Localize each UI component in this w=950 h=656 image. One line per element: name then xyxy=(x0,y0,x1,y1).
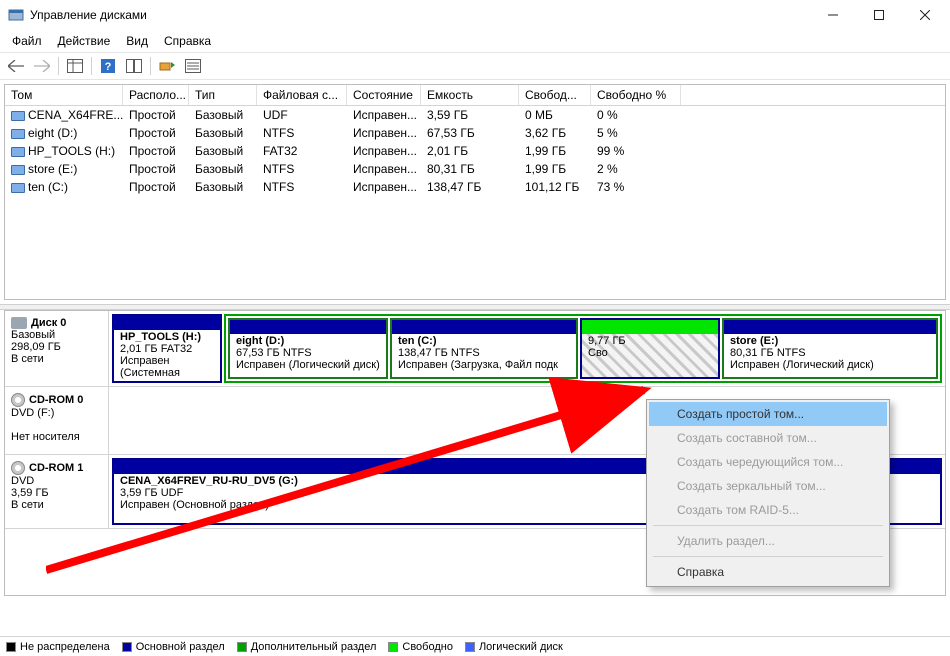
col-free[interactable]: Свобод... xyxy=(519,85,591,105)
col-cap[interactable]: Емкость xyxy=(421,85,519,105)
disk-label[interactable]: CD-ROM 1 DVD 3,59 ГБ В сети xyxy=(5,455,109,528)
volume-icon xyxy=(11,165,25,175)
close-button[interactable] xyxy=(902,0,948,30)
cd-icon xyxy=(11,461,25,475)
help-button[interactable]: ? xyxy=(96,55,120,77)
toolbar-refresh-button[interactable] xyxy=(155,55,179,77)
disk-icon xyxy=(11,317,27,329)
menu-create-spanned-volume[interactable]: Создать составной том... xyxy=(649,426,887,450)
col-fs[interactable]: Файловая с... xyxy=(257,85,347,105)
table-row[interactable]: HP_TOOLS (H:)ПростойБазовыйFAT32Исправен… xyxy=(5,142,945,160)
legend-extended: Дополнительный раздел xyxy=(237,641,377,653)
separator-icon xyxy=(150,57,151,75)
volume-icon xyxy=(11,183,25,193)
legend-logical: Логический диск xyxy=(465,641,563,653)
col-layout[interactable]: Располо... xyxy=(123,85,189,105)
disk-row-0: Диск 0 Базовый 298,09 ГБ В сети HP_TOOLS… xyxy=(5,311,945,387)
partition-eight[interactable]: eight (D:) 67,53 ГБ NTFS Исправен (Логич… xyxy=(228,318,388,379)
volume-icon xyxy=(11,147,25,157)
partition-free[interactable]: 9,77 ГБ Сво xyxy=(580,318,720,379)
menu-create-striped-volume[interactable]: Создать чередующийся том... xyxy=(649,450,887,474)
col-type[interactable]: Тип xyxy=(189,85,257,105)
app-icon xyxy=(8,7,24,23)
menubar: Файл Действие Вид Справка xyxy=(0,30,950,52)
extended-partition: eight (D:) 67,53 ГБ NTFS Исправен (Логич… xyxy=(224,314,942,383)
disk-label[interactable]: CD-ROM 0 DVD (F:) Нет носителя xyxy=(5,387,109,454)
toolbar-panes-button[interactable] xyxy=(122,55,146,77)
table-row[interactable]: ten (C:)ПростойБазовыйNTFSИсправен...138… xyxy=(5,178,945,196)
toolbar: ? xyxy=(0,52,950,80)
menu-file[interactable]: Файл xyxy=(4,32,50,50)
window-title: Управление дисками xyxy=(30,8,810,22)
volume-table: Том Располо... Тип Файловая с... Состоян… xyxy=(4,84,946,300)
separator-icon xyxy=(58,57,59,75)
table-row[interactable]: CENA_X64FRE...ПростойБазовыйUDFИсправен.… xyxy=(5,106,945,124)
menu-separator xyxy=(653,525,883,526)
table-body: CENA_X64FRE...ПростойБазовыйUDFИсправен.… xyxy=(5,106,945,196)
menu-action[interactable]: Действие xyxy=(50,32,119,50)
menu-create-mirrored-volume[interactable]: Создать зеркальный том... xyxy=(649,474,887,498)
status-bar: Не распределена Основной раздел Дополнит… xyxy=(0,636,950,656)
menu-create-simple-volume[interactable]: Создать простой том... xyxy=(649,402,887,426)
table-header: Том Располо... Тип Файловая с... Состоян… xyxy=(5,85,945,106)
forward-button[interactable] xyxy=(30,55,54,77)
menu-help[interactable]: Справка xyxy=(156,32,219,50)
legend-free: Свободно xyxy=(388,641,453,653)
menu-create-raid5-volume[interactable]: Создать том RAID-5... xyxy=(649,498,887,522)
volume-icon xyxy=(11,111,25,121)
cd-icon xyxy=(11,393,25,407)
disk-label[interactable]: Диск 0 Базовый 298,09 ГБ В сети xyxy=(5,311,109,386)
separator-icon xyxy=(91,57,92,75)
table-row[interactable]: store (E:)ПростойБазовыйNTFSИсправен...8… xyxy=(5,160,945,178)
col-pct[interactable]: Свободно % xyxy=(591,85,681,105)
table-row[interactable]: eight (D:)ПростойБазовыйNTFSИсправен...6… xyxy=(5,124,945,142)
partition-ten[interactable]: ten (C:) 138,47 ГБ NTFS Исправен (Загруз… xyxy=(390,318,578,379)
toolbar-list-button[interactable] xyxy=(181,55,205,77)
minimize-button[interactable] xyxy=(810,0,856,30)
maximize-button[interactable] xyxy=(856,0,902,30)
col-volume[interactable]: Том xyxy=(5,85,123,105)
legend-unallocated: Не распределена xyxy=(6,641,110,653)
toolbar-view-button[interactable] xyxy=(63,55,87,77)
menu-view[interactable]: Вид xyxy=(118,32,156,50)
menu-separator xyxy=(653,556,883,557)
disk-body: HP_TOOLS (H:) 2,01 ГБ FAT32 Исправен (Си… xyxy=(109,311,945,386)
col-state[interactable]: Состояние xyxy=(347,85,421,105)
partition-hp-tools[interactable]: HP_TOOLS (H:) 2,01 ГБ FAT32 Исправен (Си… xyxy=(112,314,222,383)
context-menu: Создать простой том... Создать составной… xyxy=(646,399,890,587)
titlebar: Управление дисками xyxy=(0,0,950,30)
volume-icon xyxy=(11,129,25,139)
svg-text:?: ? xyxy=(105,61,112,73)
menu-help[interactable]: Справка xyxy=(649,560,887,584)
menu-delete-partition[interactable]: Удалить раздел... xyxy=(649,529,887,553)
legend-primary: Основной раздел xyxy=(122,641,225,653)
back-button[interactable] xyxy=(4,55,28,77)
partition-store[interactable]: store (E:) 80,31 ГБ NTFS Исправен (Логич… xyxy=(722,318,938,379)
